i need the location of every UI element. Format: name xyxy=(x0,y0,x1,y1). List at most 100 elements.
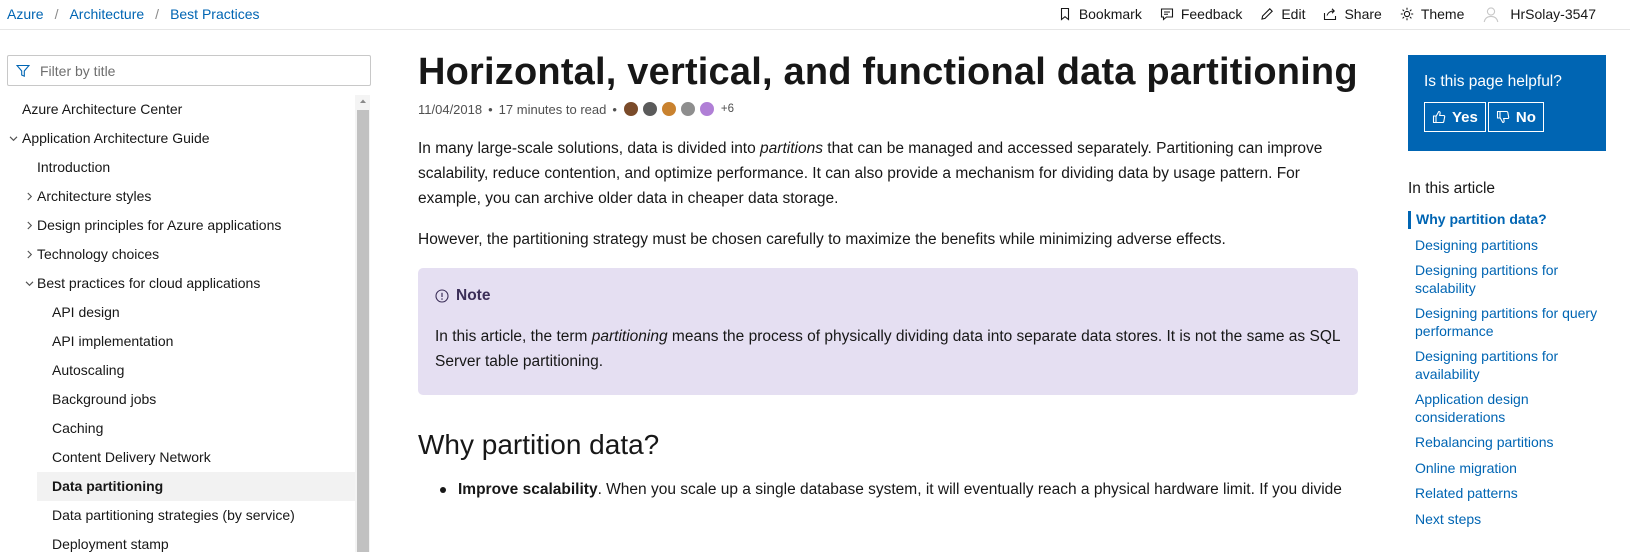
sidebar-item-label: Caching xyxy=(52,420,104,436)
chevron-right-icon[interactable] xyxy=(25,240,35,269)
sidebar-item[interactable]: Technology choices xyxy=(7,240,356,269)
meta-separator: • xyxy=(612,101,617,117)
sidebar-item[interactable]: Deployment stamp xyxy=(7,530,356,552)
contributor-avatar[interactable] xyxy=(679,101,696,117)
feedback-button[interactable]: Feedback xyxy=(1160,6,1242,22)
bullet-dot xyxy=(440,487,446,493)
chevron-down-icon[interactable] xyxy=(9,124,19,153)
thumbs-down-icon xyxy=(1496,110,1510,124)
contributors-list xyxy=(622,101,718,117)
no-button[interactable]: No xyxy=(1487,102,1544,132)
sidebar-item[interactable]: Data partitioning xyxy=(37,472,356,501)
yes-button[interactable]: Yes xyxy=(1424,102,1486,132)
contributor-avatar[interactable] xyxy=(698,101,715,117)
section-heading-why-partition: Why partition data? xyxy=(418,429,660,460)
user-profile-button[interactable]: HrSolay-3547 xyxy=(1482,5,1596,23)
sidebar-item-label: Introduction xyxy=(37,159,111,175)
chevron-down-icon[interactable] xyxy=(25,269,35,298)
sidebar-scrollbar-thumb[interactable] xyxy=(357,110,369,552)
edit-button[interactable]: Edit xyxy=(1260,6,1305,22)
sidebar-item[interactable]: Best practices for cloud applications xyxy=(7,269,356,298)
page-title: Horizontal, vertical, and functional dat… xyxy=(418,51,1358,93)
sidebar-item[interactable]: Azure Architecture Center xyxy=(7,95,356,124)
bookmark-button[interactable]: Bookmark xyxy=(1058,6,1142,22)
sidebar-item-label: Content Delivery Network xyxy=(52,449,211,465)
breadcrumb-azure[interactable]: Azure xyxy=(7,6,44,22)
pencil-icon xyxy=(1261,8,1274,20)
toc-link[interactable]: Designing partitions for query performan… xyxy=(1408,305,1608,340)
filter-by-title xyxy=(7,55,371,86)
note-body: In this article, the term partitioning m… xyxy=(435,324,1341,374)
filter-icon xyxy=(16,64,30,77)
toc-link[interactable]: Rebalancing partitions xyxy=(1408,434,1608,452)
sidebar-item-label: Architecture styles xyxy=(37,188,152,204)
bullet-bold: Improve scalability xyxy=(458,481,598,498)
theme-label: Theme xyxy=(1420,6,1465,22)
info-icon xyxy=(435,289,449,303)
sidebar-item[interactable]: Application Architecture Guide xyxy=(7,124,356,153)
contributor-avatar[interactable] xyxy=(641,101,658,117)
share-label: Share xyxy=(1344,6,1382,22)
toc-link[interactable]: Application design considerations xyxy=(1408,391,1608,426)
note-text-before: In this article, the term xyxy=(435,328,592,345)
sun-icon xyxy=(1400,7,1414,21)
note-emphasis: partitioning xyxy=(591,328,668,345)
sidebar-item[interactable]: Content Delivery Network xyxy=(7,443,356,472)
meta-separator: • xyxy=(488,101,493,117)
breadcrumb-best-practices[interactable]: Best Practices xyxy=(170,6,259,22)
bookmark-label: Bookmark xyxy=(1078,6,1142,22)
page-helpful-box: Is this page helpful? Yes No xyxy=(1408,55,1606,151)
sidebar-item-label: Technology choices xyxy=(37,246,160,262)
sidebar-item[interactable]: Introduction xyxy=(7,153,356,182)
toc-link[interactable]: Why partition data? xyxy=(1408,211,1608,229)
article-metadata: 11/04/2018 • 17 minutes to read • +6 xyxy=(418,98,1358,120)
sidebar-item[interactable]: Design principles for Azure applications xyxy=(7,211,356,240)
feedback-icon xyxy=(1160,8,1173,21)
filter-input[interactable] xyxy=(40,62,340,79)
no-label: No xyxy=(1515,108,1536,126)
sidebar-item[interactable]: Background jobs xyxy=(7,385,356,414)
sidebar-item-label: Data partitioning strategies (by service… xyxy=(52,507,295,523)
contributor-avatar[interactable] xyxy=(622,101,639,117)
sidebar-item[interactable]: Autoscaling xyxy=(7,356,356,385)
contributor-avatar[interactable] xyxy=(660,101,677,117)
sidebar-item[interactable]: Data partitioning strategies (by service… xyxy=(7,501,356,530)
read-time: 17 minutes to read xyxy=(498,101,607,117)
sidebar-toc: Azure Architecture Center Application Arc… xyxy=(7,95,356,552)
sidebar-item-label: Background jobs xyxy=(52,391,157,407)
chevron-right-icon[interactable] xyxy=(25,182,35,211)
article-date: 11/04/2018 xyxy=(418,101,483,117)
list-item: Improve scalability. When you scale up a… xyxy=(418,477,1358,502)
note-heading: Note xyxy=(435,287,1341,305)
helpful-buttons: Yes No xyxy=(1424,102,1590,132)
chevron-right-icon[interactable] xyxy=(25,211,35,240)
sidebar-item[interactable]: Architecture styles xyxy=(7,182,356,211)
article: Horizontal, vertical, and functional dat… xyxy=(418,46,1358,502)
sidebar-item[interactable]: Caching xyxy=(7,414,356,443)
sidebar-item-label: Azure Architecture Center xyxy=(22,101,183,117)
theme-button[interactable]: Theme xyxy=(1400,6,1465,22)
sidebar-item[interactable]: API implementation xyxy=(7,327,356,356)
toc-link[interactable]: Related patterns xyxy=(1408,485,1608,503)
breadcrumb-separator: / xyxy=(54,6,59,22)
helpful-question: Is this page helpful? xyxy=(1424,73,1562,90)
intro-emphasis: partitions xyxy=(760,140,823,157)
feedback-label: Feedback xyxy=(1180,6,1243,22)
toc-link[interactable]: Designing partitions for scalability xyxy=(1408,262,1608,297)
sidebar-item-label: API design xyxy=(52,304,120,320)
breadcrumb: Azure / Architecture / Best Practices xyxy=(7,6,260,22)
article-toc: Why partition data? Designing partitions D… xyxy=(1408,211,1608,528)
contributors-more-link[interactable]: +6 xyxy=(721,103,734,115)
toc-link[interactable]: Designing partitions for availability xyxy=(1408,348,1608,383)
sidebar-item-label: Deployment stamp xyxy=(52,536,169,552)
toc-link[interactable]: Next steps xyxy=(1408,511,1608,529)
scroll-up-arrow[interactable] xyxy=(357,97,369,107)
toc-link[interactable]: Designing partitions xyxy=(1408,237,1608,255)
share-button[interactable]: Share xyxy=(1323,6,1382,22)
toc-link[interactable]: Online migration xyxy=(1408,460,1608,478)
sidebar-item[interactable]: API design xyxy=(7,298,356,327)
note-callout: Note In this article, the term partition… xyxy=(418,268,1358,395)
sidebar-item-label: Design principles for Azure applications xyxy=(37,217,282,233)
bullet-body: . When you scale up a single database sy… xyxy=(597,481,1342,498)
breadcrumb-architecture[interactable]: Architecture xyxy=(69,6,144,22)
